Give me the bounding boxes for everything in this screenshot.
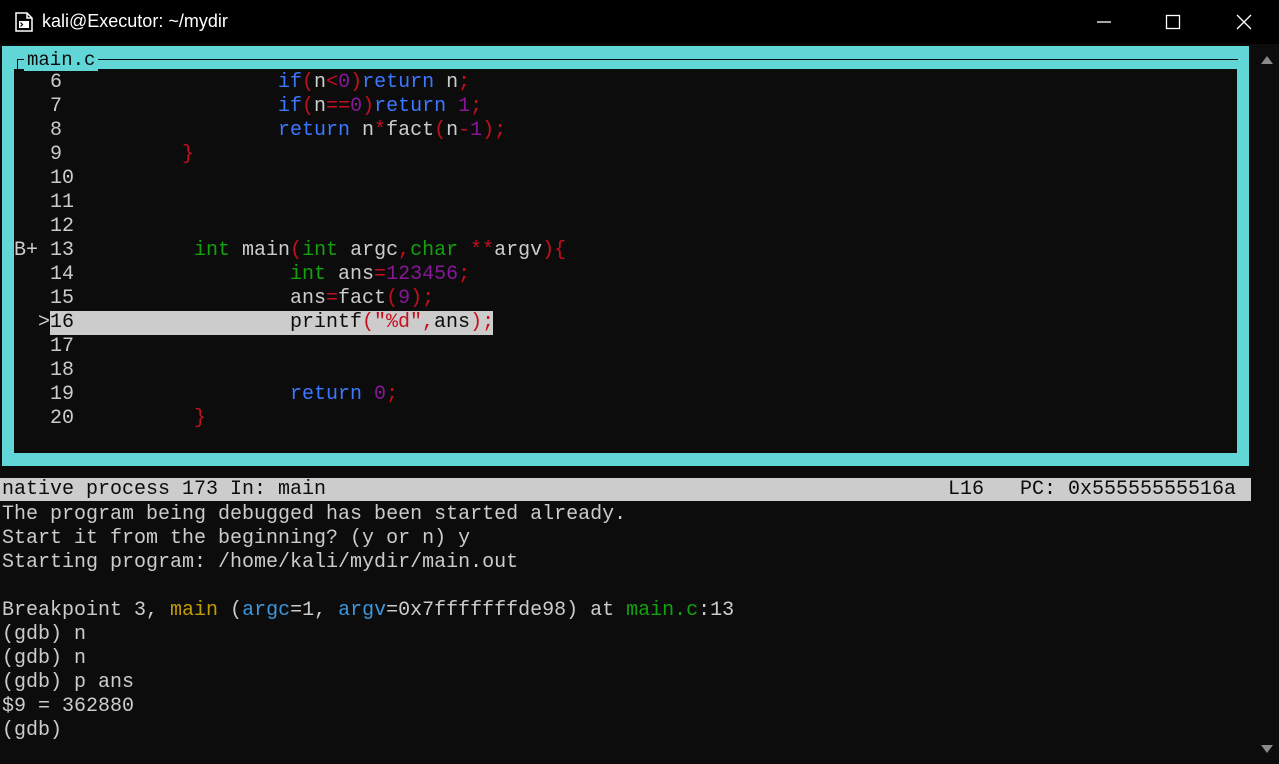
source-line: 19 return 0; (50, 383, 399, 406)
scroll-down-icon[interactable] (1261, 745, 1273, 753)
gdb-status-bar: native process 173 In: main L16 PC: 0x55… (0, 478, 1251, 501)
line-number: 15 (50, 287, 75, 310)
maximize-icon (1165, 14, 1181, 30)
line-number: 10 (50, 167, 75, 190)
console-line: (gdb) n (2, 647, 87, 670)
line-number: 6 (50, 71, 63, 94)
line-number: 11 (50, 191, 75, 214)
minimize-icon (1097, 21, 1111, 23)
gdb-prompt[interactable]: (gdb) (2, 719, 62, 743)
console-line: (gdb) n (2, 623, 87, 646)
line-number: 8 (50, 119, 63, 142)
source-line: 9} (50, 143, 195, 166)
line-number: 19 (50, 383, 75, 406)
source-line: 20} (50, 407, 207, 430)
source-line: 17 (14, 335, 74, 359)
close-button[interactable] (1209, 0, 1279, 44)
source-line-current: >16 printf("%d",ans); (38, 311, 495, 334)
title-bar: kali@Executor: ~/mydir (0, 0, 1279, 44)
source-line: 7 if(n==0)return 1; (50, 95, 483, 118)
source-line: 18 (14, 359, 74, 383)
source-line: 12 (14, 215, 74, 239)
breakpoint-marker: B+ (14, 239, 39, 262)
console-line-breakpoint: Breakpoint 3, main (argc=1, argv=0x7ffff… (2, 599, 735, 622)
close-icon (1236, 14, 1252, 30)
source-line: 14 int ans=123456; (50, 263, 471, 286)
line-number: 12 (50, 215, 75, 238)
line-number: 9 (50, 143, 63, 166)
maximize-button[interactable] (1138, 0, 1208, 44)
source-line-breakpoint: B+ 13 int main(int argc,char **argv){ (14, 239, 567, 262)
source-line: 11 (14, 191, 74, 215)
source-line: 8 return n*fact(n-1); (50, 119, 507, 142)
line-number: 14 (50, 263, 75, 286)
vertical-scrollbar[interactable] (1255, 44, 1279, 764)
line-number: 18 (50, 359, 75, 382)
current-line-marker: > (38, 311, 51, 334)
line-number: 7 (50, 95, 63, 118)
terminal-file-icon (15, 12, 33, 32)
terminal-area[interactable]: main.c 6 if(n<0)return n; 7 if(n==0)return… (0, 44, 1255, 764)
current-line-indicator: L16 (948, 478, 985, 501)
line-number: 16 (50, 311, 75, 334)
scroll-up-icon[interactable] (1261, 56, 1273, 64)
source-filename: main.c (24, 49, 99, 71)
console-line: $9 = 362880 (2, 695, 135, 718)
console-line: Start it from the beginning? (y or n) y (2, 527, 471, 550)
source-line: 15 ans=fact(9); (50, 287, 435, 310)
console-line: (gdb) p ans (2, 671, 135, 694)
source-line: 6 if(n<0)return n; (50, 71, 471, 94)
program-counter: PC: 0x55555555516a (1020, 478, 1237, 501)
console-line: The program being debugged has been star… (2, 503, 627, 526)
process-status: native process 173 In: main (2, 478, 327, 501)
minimize-button[interactable] (1069, 0, 1139, 44)
window-title: kali@Executor: ~/mydir (42, 11, 228, 31)
line-number: 17 (50, 335, 75, 358)
line-number: 13 (50, 239, 75, 262)
source-line: 10 (14, 167, 74, 191)
console-line: Starting program: /home/kali/mydir/main.… (2, 551, 519, 574)
line-number: 20 (50, 407, 75, 430)
